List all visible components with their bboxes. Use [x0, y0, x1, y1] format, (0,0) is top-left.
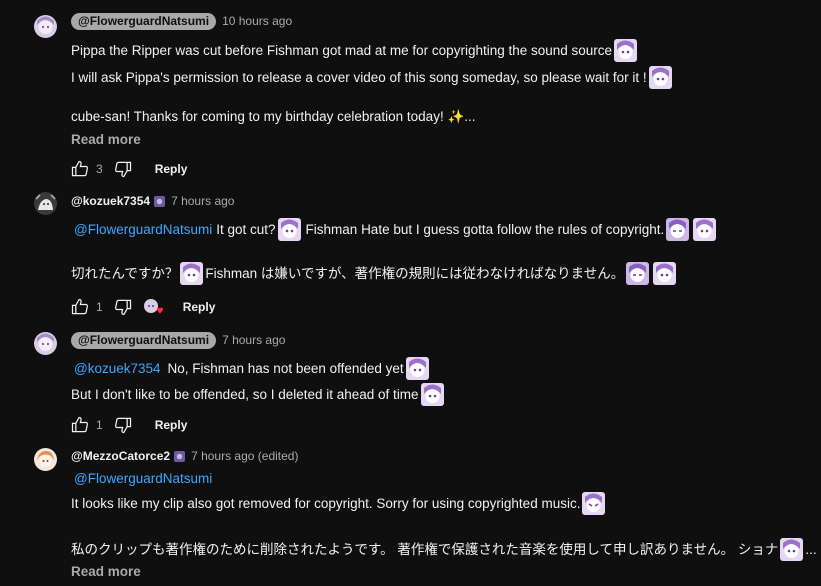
avatar[interactable] [34, 332, 57, 355]
reply-button[interactable]: Reply [183, 300, 216, 314]
custom-emoji-icon [626, 262, 650, 285]
mention-link[interactable]: @kozuek7354 [74, 360, 161, 378]
reply-button[interactable]: Reply [155, 162, 188, 176]
timestamp[interactable]: 7 hours ago [222, 333, 285, 347]
channel-handle[interactable]: @MezzoCatorce2 [71, 449, 170, 463]
custom-emoji-icon [648, 66, 672, 89]
read-more-button[interactable]: Read more [71, 564, 141, 579]
comment-text-line: But I don't like to be offended, so I de… [71, 383, 446, 406]
member-badge-icon [174, 450, 186, 462]
like-count: 3 [96, 162, 103, 176]
custom-emoji-icon [780, 538, 804, 561]
comment-text-line: 私のクリップも著作権のために削除されたようです。 著作権で保護された音楽を使用し… [71, 538, 817, 561]
thumbs-up-icon[interactable] [70, 415, 90, 435]
custom-emoji-icon [405, 357, 429, 380]
like-count: 1 [96, 418, 103, 432]
timestamp[interactable]: 10 hours ago [222, 14, 292, 28]
thumbs-down-icon[interactable] [113, 297, 133, 317]
comment-text-line: cube-san! Thanks for coming to my birthd… [71, 109, 476, 124]
like-count: 1 [96, 300, 103, 314]
custom-emoji-icon [420, 383, 444, 406]
timestamp[interactable]: 7 hours ago (edited) [191, 449, 298, 463]
comment-text-line: @FlowerguardNatsumi [71, 470, 216, 488]
member-badge-icon [154, 195, 166, 207]
comment-text-line: I will ask Pippa's permission to release… [71, 66, 674, 89]
custom-emoji-icon [614, 39, 638, 62]
thumbs-up-icon[interactable] [70, 297, 90, 317]
channel-handle-pill[interactable]: @FlowerguardNatsumi [71, 331, 217, 349]
custom-emoji-icon [277, 218, 301, 241]
thumbs-up-icon[interactable] [70, 159, 90, 179]
comment-text-line: @FlowerguardNatsumi It got cut? Fishman … [71, 218, 718, 241]
custom-emoji-icon [582, 492, 606, 515]
comment-text-line: Pippa the Ripper was cut before Fishman … [71, 39, 639, 62]
mention-link[interactable]: @FlowerguardNatsumi [74, 470, 212, 488]
comment-text-line: It looks like my clip also got removed f… [71, 492, 607, 515]
avatar[interactable] [34, 15, 57, 38]
creator-heart-icon [143, 297, 165, 317]
custom-emoji-icon [666, 218, 690, 241]
avatar[interactable] [34, 192, 57, 215]
channel-handle[interactable]: @kozuek7354 [71, 194, 150, 208]
thumbs-down-icon[interactable] [113, 159, 133, 179]
timestamp[interactable]: 7 hours ago [171, 194, 234, 208]
custom-emoji-icon [180, 262, 204, 285]
custom-emoji-icon [693, 218, 717, 241]
reply-button[interactable]: Reply [155, 418, 188, 432]
channel-handle-pill[interactable]: @FlowerguardNatsumi [71, 12, 217, 30]
mention-link[interactable]: @FlowerguardNatsumi [74, 221, 212, 239]
read-more-button[interactable]: Read more [71, 132, 141, 147]
comment-text-line: 切れたんですか？ Fishman は嫌いですが、著作権の規則には従わなければなり… [71, 262, 678, 285]
custom-emoji-icon [653, 262, 677, 285]
comment-text-line: @kozuek7354 No, Fishman has not been off… [71, 357, 431, 380]
avatar[interactable] [34, 448, 57, 471]
thumbs-down-icon[interactable] [113, 415, 133, 435]
